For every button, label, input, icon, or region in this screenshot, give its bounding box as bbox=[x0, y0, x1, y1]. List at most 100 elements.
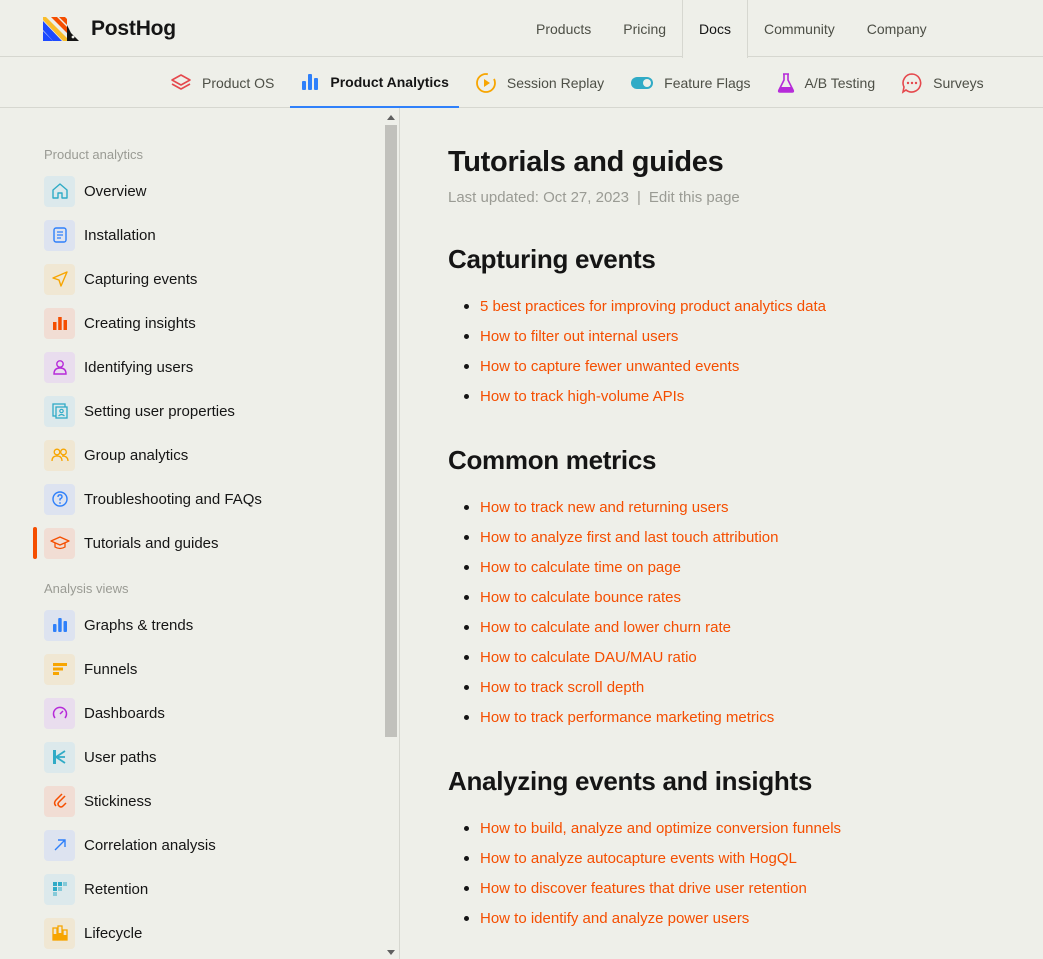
product-tab-bar: Product OS Product Analytics Session Rep… bbox=[0, 57, 1043, 108]
tab-label: Product OS bbox=[202, 74, 275, 91]
users-icon bbox=[44, 439, 75, 471]
sidebar-scrollbar[interactable] bbox=[383, 108, 399, 959]
tutorial-link[interactable]: How to discover features that drive user… bbox=[480, 880, 807, 897]
question-icon bbox=[44, 483, 75, 515]
section-title-analyzing-events: Analyzing events and insights bbox=[448, 766, 813, 796]
stack-icon bbox=[171, 73, 191, 90]
sidebar-item-identifying-users[interactable]: Identifying users bbox=[44, 351, 364, 383]
top-nav: Products Pricing Docs Community Company bbox=[520, 0, 943, 58]
sidebar-item-funnels[interactable]: Funnels bbox=[44, 653, 364, 685]
edit-page-link[interactable]: Edit this page bbox=[649, 189, 740, 206]
tab-label: Surveys bbox=[933, 74, 984, 91]
tutorial-link[interactable]: How to track new and returning users bbox=[480, 499, 728, 516]
nav-community[interactable]: Community bbox=[748, 0, 851, 57]
nav-company[interactable]: Company bbox=[851, 0, 943, 57]
tab-surveys[interactable]: Surveys bbox=[891, 57, 994, 108]
last-updated: Last updated: Oct 27, 2023 bbox=[448, 189, 629, 206]
retention-icon bbox=[44, 873, 75, 905]
tutorial-link[interactable]: How to filter out internal users bbox=[480, 328, 678, 345]
bullet bbox=[464, 885, 469, 891]
sidebar-item-troubleshooting[interactable]: Troubleshooting and FAQs bbox=[44, 483, 364, 515]
sidebar-item-installation[interactable]: Installation bbox=[44, 219, 364, 251]
scroll-up-arrow-icon[interactable] bbox=[387, 115, 395, 120]
sidebar-item-retention[interactable]: Retention bbox=[44, 873, 364, 905]
tutorial-link[interactable]: How to analyze autocapture events with H… bbox=[480, 850, 797, 867]
tab-label: Feature Flags bbox=[664, 74, 751, 91]
sidebar-item-capturing-events[interactable]: Capturing events bbox=[44, 263, 364, 295]
list-item: How to analyze first and last touch attr… bbox=[464, 526, 779, 548]
sidebar-heading-product-analytics: Product analytics bbox=[44, 147, 143, 162]
scroll-down-arrow-icon[interactable] bbox=[387, 950, 395, 955]
list-item: 5 best practices for improving product a… bbox=[464, 295, 826, 317]
sidebar-item-label: Identifying users bbox=[84, 358, 194, 376]
tutorial-link[interactable]: How to track high-volume APIs bbox=[480, 388, 684, 405]
sidebar-item-label: Tutorials and guides bbox=[84, 534, 219, 552]
bullet bbox=[464, 333, 469, 339]
document-icon bbox=[44, 219, 75, 251]
user-icon bbox=[44, 351, 75, 383]
sidebar-item-label: Group analytics bbox=[84, 446, 189, 464]
tutorial-link[interactable]: How to track scroll depth bbox=[480, 679, 644, 696]
magnet-icon bbox=[44, 785, 75, 817]
tutorial-link[interactable]: How to calculate bounce rates bbox=[480, 589, 681, 606]
tab-feature-flags[interactable]: Feature Flags bbox=[620, 57, 760, 108]
sidebar-item-user-paths[interactable]: User paths bbox=[44, 741, 364, 773]
sidebar-item-dashboards[interactable]: Dashboards bbox=[44, 697, 364, 729]
tutorial-link[interactable]: How to capture fewer unwanted events bbox=[480, 358, 739, 375]
tab-product-analytics[interactable]: Product Analytics bbox=[290, 57, 459, 108]
posthog-logo[interactable]: PostHog bbox=[43, 16, 176, 42]
sidebar-item-tutorials-and-guides[interactable]: Tutorials and guides bbox=[44, 527, 364, 559]
tutorial-link[interactable]: 5 best practices for improving product a… bbox=[480, 298, 826, 315]
sidebar-item-label: Correlation analysis bbox=[84, 836, 216, 854]
bar-chart-icon bbox=[302, 73, 319, 90]
sidebar-item-setting-user-properties[interactable]: Setting user properties bbox=[44, 395, 364, 427]
tutorial-link[interactable]: How to analyze first and last touch attr… bbox=[480, 529, 779, 546]
sidebar-item-correlation-analysis[interactable]: Correlation analysis bbox=[44, 829, 364, 861]
tab-ab-testing[interactable]: A/B Testing bbox=[767, 57, 886, 108]
nav-docs[interactable]: Docs bbox=[682, 0, 748, 58]
sidebar-item-label: Stickiness bbox=[84, 792, 152, 810]
tab-product-os[interactable]: Product OS bbox=[160, 57, 284, 108]
scrollbar-thumb[interactable] bbox=[385, 125, 397, 737]
funnel-icon bbox=[44, 653, 75, 685]
tutorial-link[interactable]: How to build, analyze and optimize conve… bbox=[480, 820, 841, 837]
nav-products[interactable]: Products bbox=[520, 0, 607, 57]
tab-session-replay[interactable]: Session Replay bbox=[465, 57, 614, 108]
bullet bbox=[464, 684, 469, 690]
tutorial-link[interactable]: How to calculate and lower churn rate bbox=[480, 619, 731, 636]
gauge-icon bbox=[44, 697, 75, 729]
send-icon bbox=[44, 263, 75, 295]
sidebar-item-label: Setting user properties bbox=[84, 402, 235, 420]
paths-icon bbox=[44, 741, 75, 773]
list-item: How to track performance marketing metri… bbox=[464, 706, 774, 728]
bullet bbox=[464, 504, 469, 510]
nav-pricing[interactable]: Pricing bbox=[607, 0, 682, 57]
sidebar-item-label: Troubleshooting and FAQs bbox=[84, 490, 262, 508]
arrow-up-right-icon bbox=[44, 829, 75, 861]
content-divider bbox=[399, 108, 400, 959]
tutorial-link[interactable]: How to calculate DAU/MAU ratio bbox=[480, 649, 697, 666]
lifecycle-icon bbox=[44, 917, 75, 949]
tab-label: Session Replay bbox=[506, 74, 605, 91]
list-item: How to analyze autocapture events with H… bbox=[464, 847, 797, 869]
bullet bbox=[464, 624, 469, 630]
sidebar-item-label: Creating insights bbox=[84, 314, 196, 332]
tab-label: Product Analytics bbox=[330, 73, 449, 90]
tutorial-link[interactable]: How to identify and analyze power users bbox=[480, 910, 749, 927]
page-title: Tutorials and guides bbox=[448, 146, 724, 178]
sidebar-item-label: User paths bbox=[84, 748, 157, 766]
sidebar-item-creating-insights[interactable]: Creating insights bbox=[44, 307, 364, 339]
meta-separator: | bbox=[636, 189, 641, 206]
sidebar-item-graphs-trends[interactable]: Graphs & trends bbox=[44, 609, 364, 641]
sidebar-item-stickiness[interactable]: Stickiness bbox=[44, 785, 364, 817]
sidebar-item-group-analytics[interactable]: Group analytics bbox=[44, 439, 364, 471]
bullet bbox=[464, 534, 469, 540]
sidebar-item-lifecycle[interactable]: Lifecycle bbox=[44, 917, 364, 949]
tutorial-link[interactable]: How to calculate time on page bbox=[480, 559, 681, 576]
sidebar-heading-analysis-views: Analysis views bbox=[44, 581, 129, 596]
bullet bbox=[464, 363, 469, 369]
bullet bbox=[464, 855, 469, 861]
tutorial-link[interactable]: How to track performance marketing metri… bbox=[480, 709, 774, 726]
sidebar-item-overview[interactable]: Overview bbox=[44, 175, 364, 207]
bullet bbox=[464, 594, 469, 600]
